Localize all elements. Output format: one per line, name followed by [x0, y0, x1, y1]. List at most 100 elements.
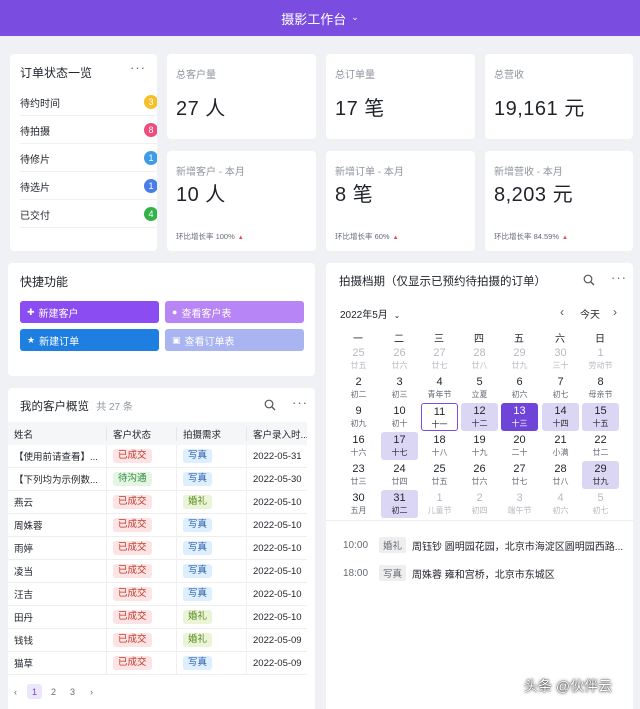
calendar-day[interactable]: 28 廿八	[461, 345, 498, 373]
calendar-day[interactable]: 21 小满	[542, 432, 579, 460]
month-picker[interactable]: 2022年5月 ⌄	[340, 306, 400, 321]
new-customer-button[interactable]: ✚ 新建客户	[20, 301, 159, 323]
calendar-day[interactable]: 27 廿七	[421, 345, 458, 373]
calendar-day[interactable]: 8 母亲节	[582, 374, 619, 402]
day-number: 4	[557, 492, 564, 504]
stat-value: 8 笔	[335, 184, 374, 206]
status-label: 待选片	[20, 182, 50, 194]
schedule-event[interactable]: 18:00 写真 周姝蓉 雍和宫桥，北京市东城区	[343, 565, 555, 581]
prev-page-icon[interactable]: ‹	[8, 684, 23, 699]
calendar-day[interactable]: 25 廿五	[340, 345, 377, 373]
column-header[interactable]: 姓名	[8, 427, 106, 441]
page-3[interactable]: 3	[65, 684, 80, 699]
calendar-day[interactable]: 29 廿九	[582, 461, 619, 489]
prev-month-icon[interactable]: ‹	[560, 305, 564, 319]
customer-count: 共 27 条	[96, 402, 133, 413]
calendar-day[interactable]: 31 初二	[381, 490, 418, 518]
table-row[interactable]: 汪吉 已成交 写真 2022-05-10	[8, 582, 307, 606]
schedule-event[interactable]: 10:00 婚礼 周钰钞 圆明园花园，北京市海淀区圆明园西路...	[343, 537, 623, 553]
calendar-day[interactable]: 10 初十	[381, 403, 418, 431]
calendar-day[interactable]: 16 十六	[340, 432, 377, 460]
search-icon[interactable]	[264, 398, 276, 411]
calendar-day[interactable]: 20 二十	[501, 432, 538, 460]
status-row[interactable]: 待拍摄 8	[20, 117, 157, 144]
more-icon[interactable]: ···	[292, 395, 308, 410]
page-2[interactable]: 2	[46, 684, 61, 699]
view-orders-button[interactable]: ▣ 查看订单表	[165, 329, 304, 351]
calendar-day[interactable]: 12 十二	[461, 403, 498, 431]
today-button[interactable]: 今天	[580, 306, 600, 321]
calendar-day[interactable]: 5 初七	[582, 490, 619, 518]
calendar-day[interactable]: 24 廿四	[381, 461, 418, 489]
entry-date: 2022-05-31	[246, 444, 307, 468]
calendar-day[interactable]: 28 廿八	[542, 461, 579, 489]
lunar-date: 初九	[350, 419, 367, 428]
add-user-icon: ✚	[27, 306, 35, 317]
calendar-day[interactable]: 26 廿六	[381, 345, 418, 373]
need-cell: 婚礼	[176, 605, 246, 629]
need-tag: 写真	[183, 564, 213, 578]
stat-label: 总订单量	[335, 70, 375, 81]
column-header[interactable]: 拍摄需求	[176, 426, 246, 441]
calendar-day[interactable]: 5 立夏	[461, 374, 498, 402]
calendar-day[interactable]: 2 初四	[461, 490, 498, 518]
need-tag: 婚礼	[183, 633, 213, 647]
calendar-day[interactable]: 27 廿七	[501, 461, 538, 489]
day-number: 13	[513, 405, 526, 417]
calendar-day[interactable]: 15 十五	[582, 403, 619, 431]
table-row[interactable]: 【使用前请查看】... 已成交 写真 2022-05-31	[8, 444, 307, 468]
calendar-day[interactable]: 19 十九	[461, 432, 498, 460]
calendar-day[interactable]: 1 劳动节	[582, 345, 619, 373]
calendar-day[interactable]: 7 初七	[542, 374, 579, 402]
view-customers-button[interactable]: ● 查看客户表	[165, 301, 304, 323]
app-title-dropdown[interactable]: 摄影工作台 ⌄	[0, 0, 640, 36]
month-label: 2022年5月	[340, 310, 388, 321]
table-row[interactable]: 【下列均为示例数... 待沟通 写真 2022-05-30	[8, 467, 307, 491]
calendar-day[interactable]: 14 十四	[542, 403, 579, 431]
calendar-day[interactable]: 4 青年节	[421, 374, 458, 402]
calendar-day[interactable]: 22 廿二	[582, 432, 619, 460]
calendar-day[interactable]: 2 初二	[340, 374, 377, 402]
calendar-day[interactable]: 17 十七	[381, 432, 418, 460]
calendar-day[interactable]: 18 十八	[421, 432, 458, 460]
calendar-day[interactable]: 25 廿五	[421, 461, 458, 489]
next-month-icon[interactable]: ›	[613, 305, 617, 319]
calendar-day[interactable]: 30 三十	[542, 345, 579, 373]
calendar-day[interactable]: 11 十一	[421, 403, 458, 431]
status-row[interactable]: 待选片 1	[20, 173, 157, 200]
next-page-icon[interactable]: ›	[84, 684, 99, 699]
table-row[interactable]: 钱钱 已成交 婚礼 2022-05-09	[8, 628, 307, 652]
more-icon[interactable]: ···	[130, 60, 146, 75]
table-row[interactable]: 猫草 已成交 写真 2022-05-09	[8, 651, 307, 675]
status-tag: 已成交	[113, 449, 152, 463]
calendar-day[interactable]: 3 初三	[381, 374, 418, 402]
column-header[interactable]: 客户状态	[106, 426, 176, 441]
search-icon[interactable]	[583, 273, 595, 286]
table-row[interactable]: 周姝蓉 已成交 写真 2022-05-10	[8, 513, 307, 537]
calendar-day[interactable]: 29 廿九	[501, 345, 538, 373]
column-header[interactable]: 客户录入时...	[246, 426, 307, 441]
more-icon[interactable]: ···	[611, 270, 627, 285]
calendar-day[interactable]: 6 初六	[501, 374, 538, 402]
up-arrow-icon: ▲	[392, 235, 399, 241]
status-tag: 已成交	[113, 610, 152, 624]
status-row[interactable]: 已交付 4	[20, 201, 157, 228]
status-row[interactable]: 待约时间 3	[20, 89, 157, 116]
table-row[interactable]: 凌当 已成交 写真 2022-05-10	[8, 559, 307, 583]
calendar-day[interactable]: 3 端午节	[501, 490, 538, 518]
new-order-button[interactable]: ★ 新建订单	[20, 329, 159, 351]
page-1[interactable]: 1	[27, 684, 42, 699]
calendar-day[interactable]: 26 廿六	[461, 461, 498, 489]
calendar-day[interactable]: 4 初六	[542, 490, 579, 518]
calendar-day[interactable]: 23 廿三	[340, 461, 377, 489]
schedule-title: 拍摄档期（仅显示已预约待拍摄的订单）	[339, 276, 546, 288]
table-row[interactable]: 雨婷 已成交 写真 2022-05-10	[8, 536, 307, 560]
calendar-day[interactable]: 1 儿童节	[421, 490, 458, 518]
table-row[interactable]: 田丹 已成交 婚礼 2022-05-10	[8, 605, 307, 629]
table-row[interactable]: 燕云 已成交 婚礼 2022-05-10	[8, 490, 307, 514]
day-number: 21	[554, 434, 567, 446]
calendar-day[interactable]: 13 十三	[501, 403, 538, 431]
calendar-day[interactable]: 30 五月	[340, 490, 377, 518]
status-row[interactable]: 待修片 1	[20, 145, 157, 172]
calendar-day[interactable]: 9 初九	[340, 403, 377, 431]
